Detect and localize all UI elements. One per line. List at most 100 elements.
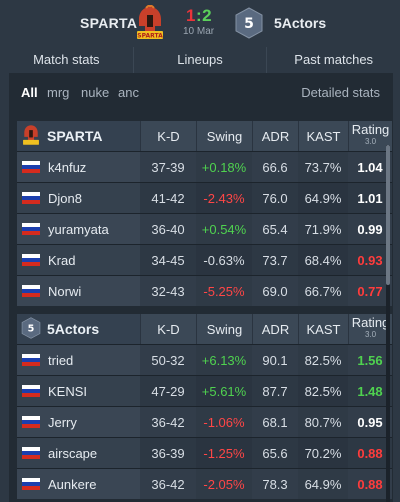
- sparta-logo-icon[interactable]: SPARTA: [134, 4, 166, 41]
- table-row: tried 50-32 +6.13% 90.1 82.5% 1.56: [17, 344, 392, 375]
- player-kd: 36-42: [140, 407, 196, 437]
- tab-lineups[interactable]: Lineups: [132, 47, 267, 73]
- 5actors-logo-icon: 5: [21, 316, 41, 342]
- player-swing: -2.43%: [203, 190, 245, 206]
- player-cell[interactable]: Djon8: [17, 183, 140, 213]
- player-name[interactable]: airscape: [48, 446, 97, 461]
- player-kd: 47-29: [140, 376, 196, 406]
- 5actors-logo-text: 5: [28, 323, 35, 334]
- detailed-stats-link[interactable]: Detailed stats: [301, 85, 380, 100]
- player-kast: 71.9%: [304, 221, 342, 237]
- russia-flag-icon: [22, 478, 40, 490]
- 5actors-logo-icon[interactable]: 5: [235, 7, 263, 39]
- russia-flag-icon: [22, 285, 40, 297]
- table-row: Norwi 32-43 -5.25% 69.0 66.7% 0.77: [17, 275, 392, 306]
- match-score: 1:2: [186, 6, 212, 26]
- player-swing: -2.05%: [203, 476, 245, 492]
- player-swing: -1.25%: [203, 445, 245, 461]
- rating-version: 3.0: [364, 137, 377, 146]
- russia-flag-icon: [22, 416, 40, 428]
- 5actors-logo-text: 5: [244, 16, 254, 32]
- team1-rows: k4nfuz 37-39 +0.18% 66.6 73.7% 1.04 Djon8 41-42…: [17, 151, 392, 306]
- player-name[interactable]: Norwi: [48, 284, 81, 299]
- player-name[interactable]: yuramyata: [48, 222, 109, 237]
- tab-match-stats[interactable]: Match stats: [0, 47, 133, 73]
- player-cell[interactable]: tried: [17, 345, 140, 375]
- russia-flag-icon: [22, 223, 40, 235]
- table-row: Krad 34-45 -0.63% 73.7 68.4% 0.93: [17, 244, 392, 275]
- player-adr: 87.7: [252, 376, 298, 406]
- player-name[interactable]: k4nfuz: [48, 160, 86, 175]
- player-adr: 65.6: [252, 438, 298, 468]
- player-swing: +6.13%: [201, 352, 247, 368]
- player-swing: -5.25%: [203, 283, 245, 299]
- player-name[interactable]: KENSI: [48, 384, 87, 399]
- team1-name[interactable]: SPARTA: [80, 15, 137, 31]
- player-kast: 64.9%: [304, 190, 342, 206]
- filter-anc[interactable]: anc: [118, 85, 139, 100]
- col-kast-header[interactable]: KAST: [298, 121, 348, 151]
- table-row: Djon8 41-42 -2.43% 76.0 64.9% 1.01: [17, 182, 392, 213]
- scrollbar[interactable]: [386, 145, 390, 502]
- player-cell[interactable]: airscape: [17, 438, 140, 468]
- col-kd-header[interactable]: K-D: [140, 121, 196, 151]
- scrollbar-thumb[interactable]: [386, 145, 390, 285]
- rating-label: Rating: [351, 122, 390, 137]
- stats-panel: All mrg nuke anc Detailed stats SPARTA K…: [9, 73, 393, 502]
- table-row: KENSI 47-29 +5.61% 87.7 82.5% 1.48: [17, 375, 392, 406]
- player-name[interactable]: Jerry: [48, 415, 77, 430]
- player-adr: 69.0: [252, 276, 298, 306]
- player-kast: 64.9%: [304, 476, 342, 492]
- map-filters: All mrg nuke anc Detailed stats: [9, 73, 393, 113]
- table-team-cell[interactable]: 5 5Actors: [17, 314, 140, 344]
- filter-all[interactable]: All: [21, 85, 38, 100]
- table-header: SPARTA K-D Swing ADR KAST Rating 3.0: [17, 121, 392, 151]
- player-kd: 36-42: [140, 469, 196, 499]
- russia-flag-icon: [22, 192, 40, 204]
- table-team-cell[interactable]: SPARTA: [17, 121, 140, 151]
- player-adr: 76.0: [252, 183, 298, 213]
- player-name[interactable]: Krad: [48, 253, 75, 268]
- player-kast: 80.7%: [304, 414, 342, 430]
- rating-label: Rating: [351, 315, 390, 330]
- filter-mrg[interactable]: mrg: [47, 85, 69, 100]
- table-header: 5 5Actors K-D Swing ADR KAST Rating 3.0: [17, 314, 392, 344]
- player-cell[interactable]: Aunkere: [17, 469, 140, 499]
- team2-stats-table: 5 5Actors K-D Swing ADR KAST Rating 3.0 …: [17, 314, 392, 499]
- col-adr-header[interactable]: ADR: [252, 121, 298, 151]
- sparta-logo-text: SPARTA: [137, 33, 163, 40]
- player-cell[interactable]: Krad: [17, 245, 140, 275]
- player-swing: -1.06%: [203, 414, 245, 430]
- player-swing: +0.54%: [201, 221, 247, 237]
- team2-rows: tried 50-32 +6.13% 90.1 82.5% 1.56 KENSI 47-29 +…: [17, 344, 392, 499]
- team2-name[interactable]: 5Actors: [274, 15, 326, 31]
- player-kd: 41-42: [140, 183, 196, 213]
- player-cell[interactable]: yuramyata: [17, 214, 140, 244]
- match-header: SPARTA SPARTA 1:2 10 Mar 5 5Actors: [0, 0, 400, 47]
- player-kd: 50-32: [140, 345, 196, 375]
- player-adr: 66.6: [252, 152, 298, 182]
- player-swing: -0.63%: [203, 252, 245, 268]
- russia-flag-icon: [22, 354, 40, 366]
- player-cell[interactable]: k4nfuz: [17, 152, 140, 182]
- player-kd: 36-39: [140, 438, 196, 468]
- player-cell[interactable]: Norwi: [17, 276, 140, 306]
- player-cell[interactable]: KENSI: [17, 376, 140, 406]
- player-swing: +0.18%: [201, 159, 247, 175]
- player-cell[interactable]: Jerry: [17, 407, 140, 437]
- player-name[interactable]: Djon8: [48, 191, 82, 206]
- col-swing-header[interactable]: Swing: [196, 121, 252, 151]
- player-kd: 34-45: [140, 245, 196, 275]
- col-swing-header[interactable]: Swing: [196, 314, 252, 344]
- col-kd-header[interactable]: K-D: [140, 314, 196, 344]
- player-name[interactable]: tried: [48, 353, 73, 368]
- col-kast-header[interactable]: KAST: [298, 314, 348, 344]
- team1-stats-table: SPARTA K-D Swing ADR KAST Rating 3.0 k4n…: [17, 121, 392, 306]
- filter-nuke[interactable]: nuke: [81, 85, 109, 100]
- col-adr-header[interactable]: ADR: [252, 314, 298, 344]
- player-adr: 65.4: [252, 214, 298, 244]
- tab-past-matches[interactable]: Past matches: [266, 47, 400, 73]
- table-team-name: 5Actors: [47, 321, 100, 337]
- russia-flag-icon: [22, 161, 40, 173]
- player-name[interactable]: Aunkere: [48, 477, 96, 492]
